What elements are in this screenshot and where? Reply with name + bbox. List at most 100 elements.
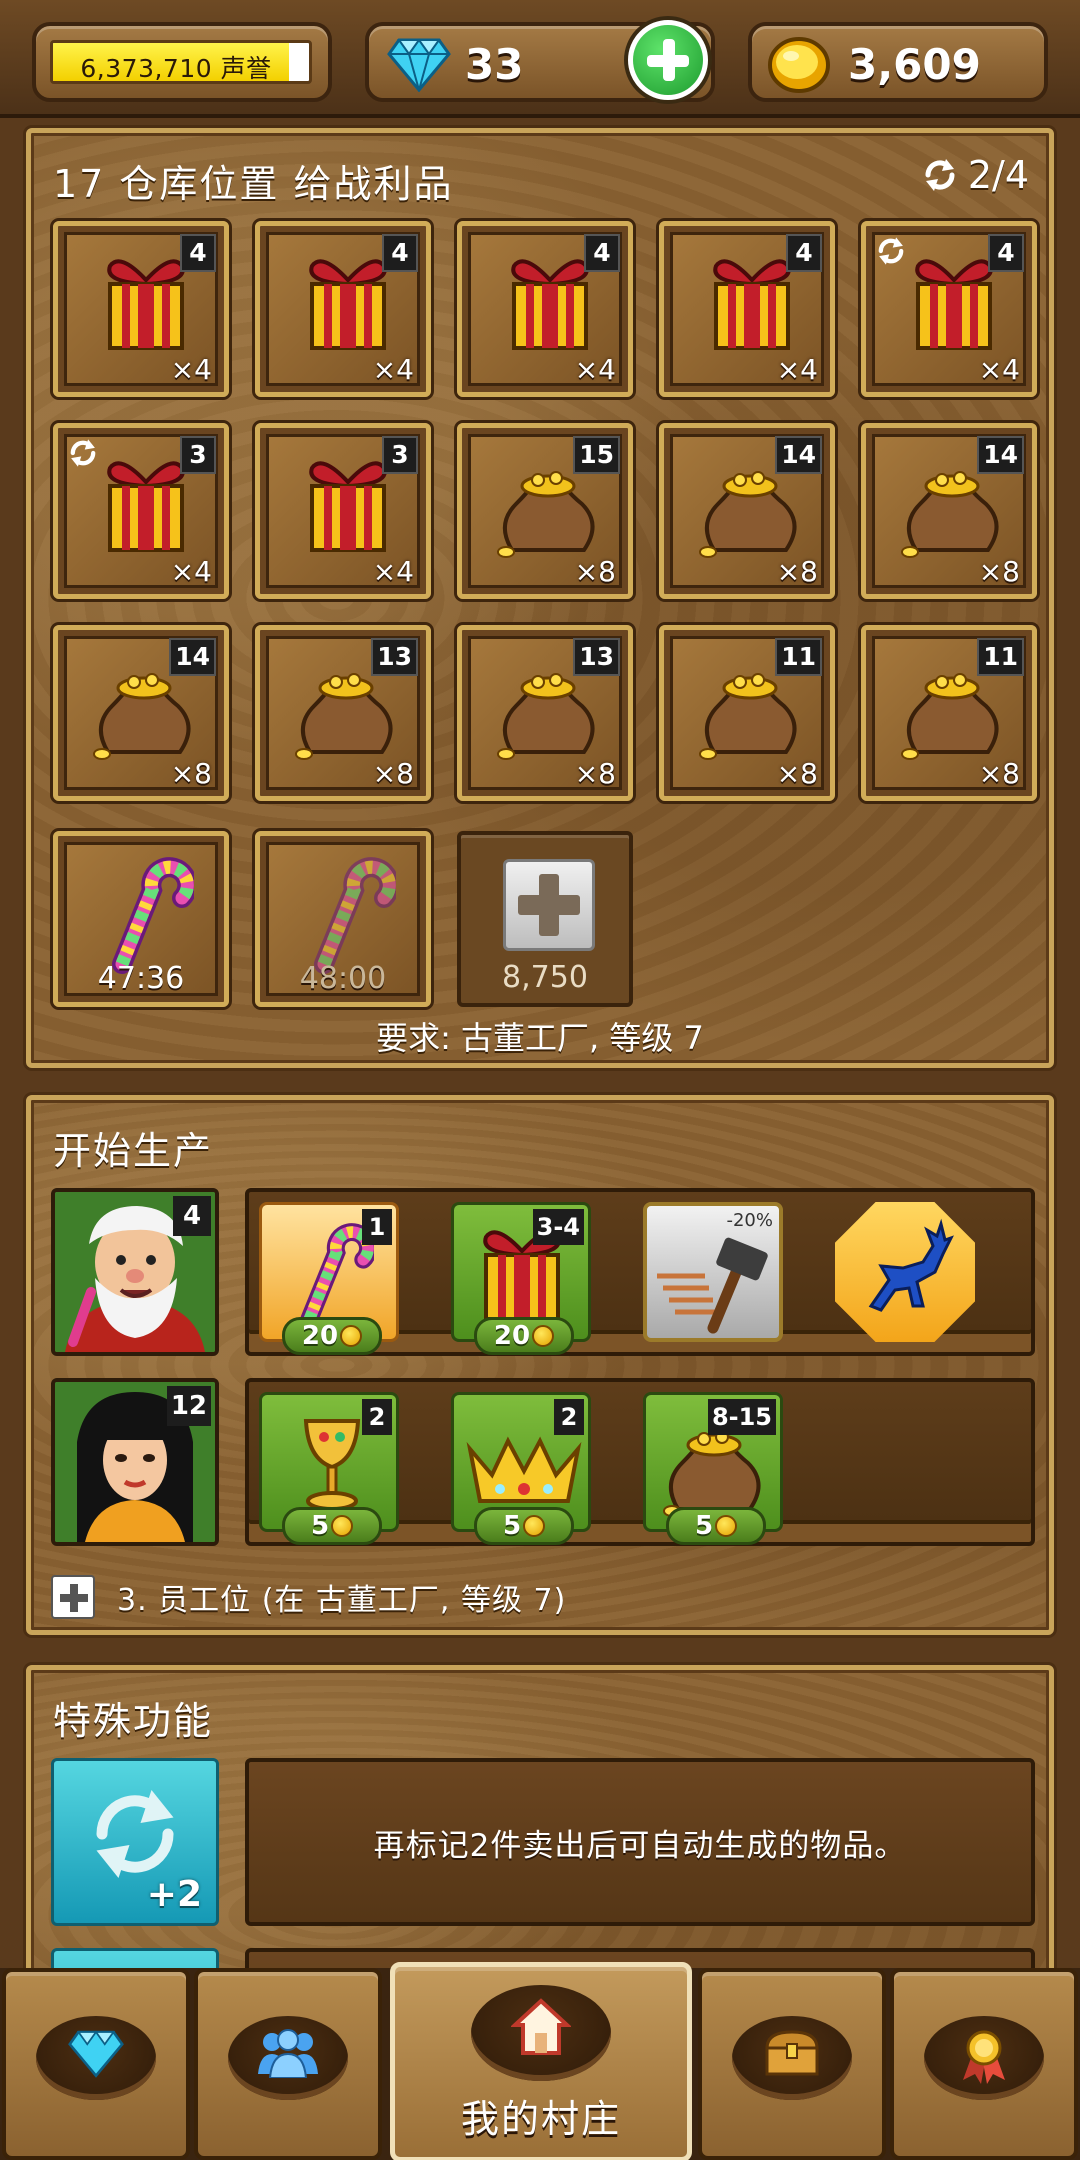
candy-cane-icon bbox=[98, 854, 198, 978]
nav-tab-shop[interactable] bbox=[2, 1968, 190, 2160]
gold-coin-icon bbox=[532, 1325, 555, 1347]
slot-level-badge: 3 bbox=[180, 436, 216, 474]
auto-refresh-icon bbox=[66, 436, 100, 474]
storage-slot[interactable]: 13 ×8 bbox=[457, 625, 633, 801]
storage-slot[interactable]: 14 ×8 bbox=[53, 625, 229, 801]
product-amount: 1 bbox=[362, 1209, 392, 1245]
storage-slot[interactable]: 11 ×8 bbox=[659, 625, 835, 801]
refresh-count-text: 2/4 bbox=[967, 153, 1029, 197]
gold-count: 3,609 bbox=[848, 40, 981, 89]
product-candy-cane[interactable]: 1 20 bbox=[259, 1202, 399, 1355]
worker-portrait-lady[interactable]: 12 bbox=[51, 1378, 219, 1546]
product-gold-sack[interactable]: 8-15 5 bbox=[643, 1392, 783, 1545]
product-crown[interactable]: 2 5 bbox=[451, 1392, 591, 1545]
product-cost: 5 bbox=[474, 1507, 574, 1545]
slot-quantity: ×4 bbox=[170, 555, 212, 588]
storage-slot[interactable]: 4 ×4 bbox=[457, 221, 633, 397]
buy-storage-slot-button[interactable]: 8,750 bbox=[457, 831, 633, 1007]
people-icon bbox=[256, 2028, 320, 2082]
slot-level-badge: 4 bbox=[382, 234, 418, 272]
plus-icon bbox=[51, 1575, 95, 1619]
slot-quantity: ×4 bbox=[372, 353, 414, 386]
storage-slot[interactable]: 3 ×4 bbox=[53, 423, 229, 599]
storage-slot[interactable]: 15 ×8 bbox=[457, 423, 633, 599]
bottom-nav: 我的村庄 bbox=[0, 1962, 1080, 2160]
candy-cane-icon bbox=[300, 854, 400, 978]
buy-gems-button[interactable] bbox=[624, 16, 712, 104]
slot-level-badge: 14 bbox=[169, 638, 216, 676]
reindeer-boost-card[interactable] bbox=[835, 1202, 975, 1342]
slot-timer: 47:36 bbox=[97, 961, 185, 996]
slot-quantity: ×4 bbox=[574, 353, 616, 386]
product-amount: 2 bbox=[554, 1399, 584, 1435]
plus-icon bbox=[503, 859, 595, 951]
slot-level-badge: 13 bbox=[371, 638, 418, 676]
crown-icon bbox=[462, 1431, 586, 1515]
slot-quantity: ×4 bbox=[978, 353, 1020, 386]
product-goblet[interactable]: 2 5 bbox=[259, 1392, 399, 1545]
storage-slot[interactable]: 13 ×8 bbox=[255, 625, 431, 801]
slot-level-badge: 4 bbox=[584, 234, 620, 272]
reputation-display[interactable]: 6,373,710 声誉 bbox=[32, 22, 332, 102]
worker-product-shelf: 1 20 3-4 20 -20% bbox=[245, 1188, 1035, 1356]
storage-slot[interactable]: 14 ×8 bbox=[659, 423, 835, 599]
reputation-text: 6,373,710 声誉 bbox=[80, 54, 272, 83]
slot-quantity: ×8 bbox=[574, 555, 616, 588]
gold-sack-icon bbox=[290, 666, 402, 766]
boost-percent: -20% bbox=[726, 1210, 773, 1231]
storage-slot-timer[interactable]: 47:36 bbox=[53, 831, 229, 1007]
worker-level: 4 bbox=[173, 1196, 211, 1236]
nav-tab-treasure[interactable] bbox=[698, 1968, 886, 2160]
storage-panel: 17 仓库位置 给战利品 2/4 47:36 48:00 8,750 要求: 古… bbox=[26, 128, 1054, 1068]
auto-refresh-icon bbox=[874, 234, 908, 272]
storage-slot-timer[interactable]: 48:00 bbox=[255, 831, 431, 1007]
slot-level-badge: 11 bbox=[775, 638, 822, 676]
diamond-icon bbox=[387, 36, 451, 96]
gold-sack-icon bbox=[694, 464, 806, 564]
gold-sack-icon bbox=[896, 464, 1008, 564]
slot-quantity: ×8 bbox=[372, 757, 414, 790]
worker-product-shelf: 2 5 2 5 8-15 5 bbox=[245, 1378, 1035, 1546]
product-gift[interactable]: 3-4 20 bbox=[451, 1202, 591, 1355]
slot-level-badge: 4 bbox=[988, 234, 1024, 272]
storage-slot[interactable]: 4 ×4 bbox=[861, 221, 1037, 397]
nav-tab-social[interactable] bbox=[194, 1968, 382, 2160]
storage-slot[interactable]: 14 ×8 bbox=[861, 423, 1037, 599]
product-amount: 2 bbox=[362, 1399, 392, 1435]
nav-tab-achievements[interactable] bbox=[890, 1968, 1078, 2160]
slot-level-badge: 15 bbox=[573, 436, 620, 474]
treasure-chest-icon bbox=[763, 2028, 821, 2082]
speed-boost-card[interactable]: -20% bbox=[643, 1202, 783, 1342]
gold-display[interactable]: 3,609 bbox=[748, 22, 1048, 102]
gold-sack-icon bbox=[492, 464, 604, 564]
gem-count: 33 bbox=[465, 40, 524, 89]
auto-refresh-counter: 2/4 bbox=[920, 153, 1029, 197]
hammer-icon bbox=[655, 1236, 775, 1340]
slot-price: 8,750 bbox=[502, 960, 588, 995]
storage-slot[interactable]: 4 ×4 bbox=[53, 221, 229, 397]
storage-slot[interactable]: 4 ×4 bbox=[255, 221, 431, 397]
product-cost: 5 bbox=[666, 1507, 766, 1545]
slot-quantity: ×8 bbox=[978, 555, 1020, 588]
slot-level-badge: 4 bbox=[786, 234, 822, 272]
gem-display[interactable]: 33 bbox=[365, 16, 715, 104]
slot-level-badge: 11 bbox=[977, 638, 1024, 676]
product-cost: 20 bbox=[474, 1317, 574, 1355]
worker-portrait-santa[interactable]: 4 bbox=[51, 1188, 219, 1356]
nav-label: 我的村庄 bbox=[460, 2097, 621, 2141]
slot-level-badge: 4 bbox=[180, 234, 216, 272]
special-title: 特殊功能 bbox=[53, 1699, 214, 1743]
storage-slot[interactable]: 3 ×4 bbox=[255, 423, 431, 599]
add-employee-slot[interactable]: 3. 员工位 (在 古董工厂, 等级 7) bbox=[51, 1575, 566, 1619]
product-amount: 8-15 bbox=[707, 1399, 776, 1435]
plus-icon bbox=[633, 25, 703, 95]
auto-refresh-feature-button[interactable]: +2 bbox=[51, 1758, 219, 1926]
slot-quantity: ×8 bbox=[776, 757, 818, 790]
storage-slot[interactable]: 11 ×8 bbox=[861, 625, 1037, 801]
product-cost: 5 bbox=[282, 1507, 382, 1545]
storage-slot[interactable]: 4 ×4 bbox=[659, 221, 835, 397]
worker-level: 12 bbox=[166, 1386, 211, 1426]
slot-quantity: ×4 bbox=[776, 353, 818, 386]
slot-quantity: ×8 bbox=[574, 757, 616, 790]
nav-tab-my-village[interactable]: 我的村庄 bbox=[390, 1962, 692, 2160]
